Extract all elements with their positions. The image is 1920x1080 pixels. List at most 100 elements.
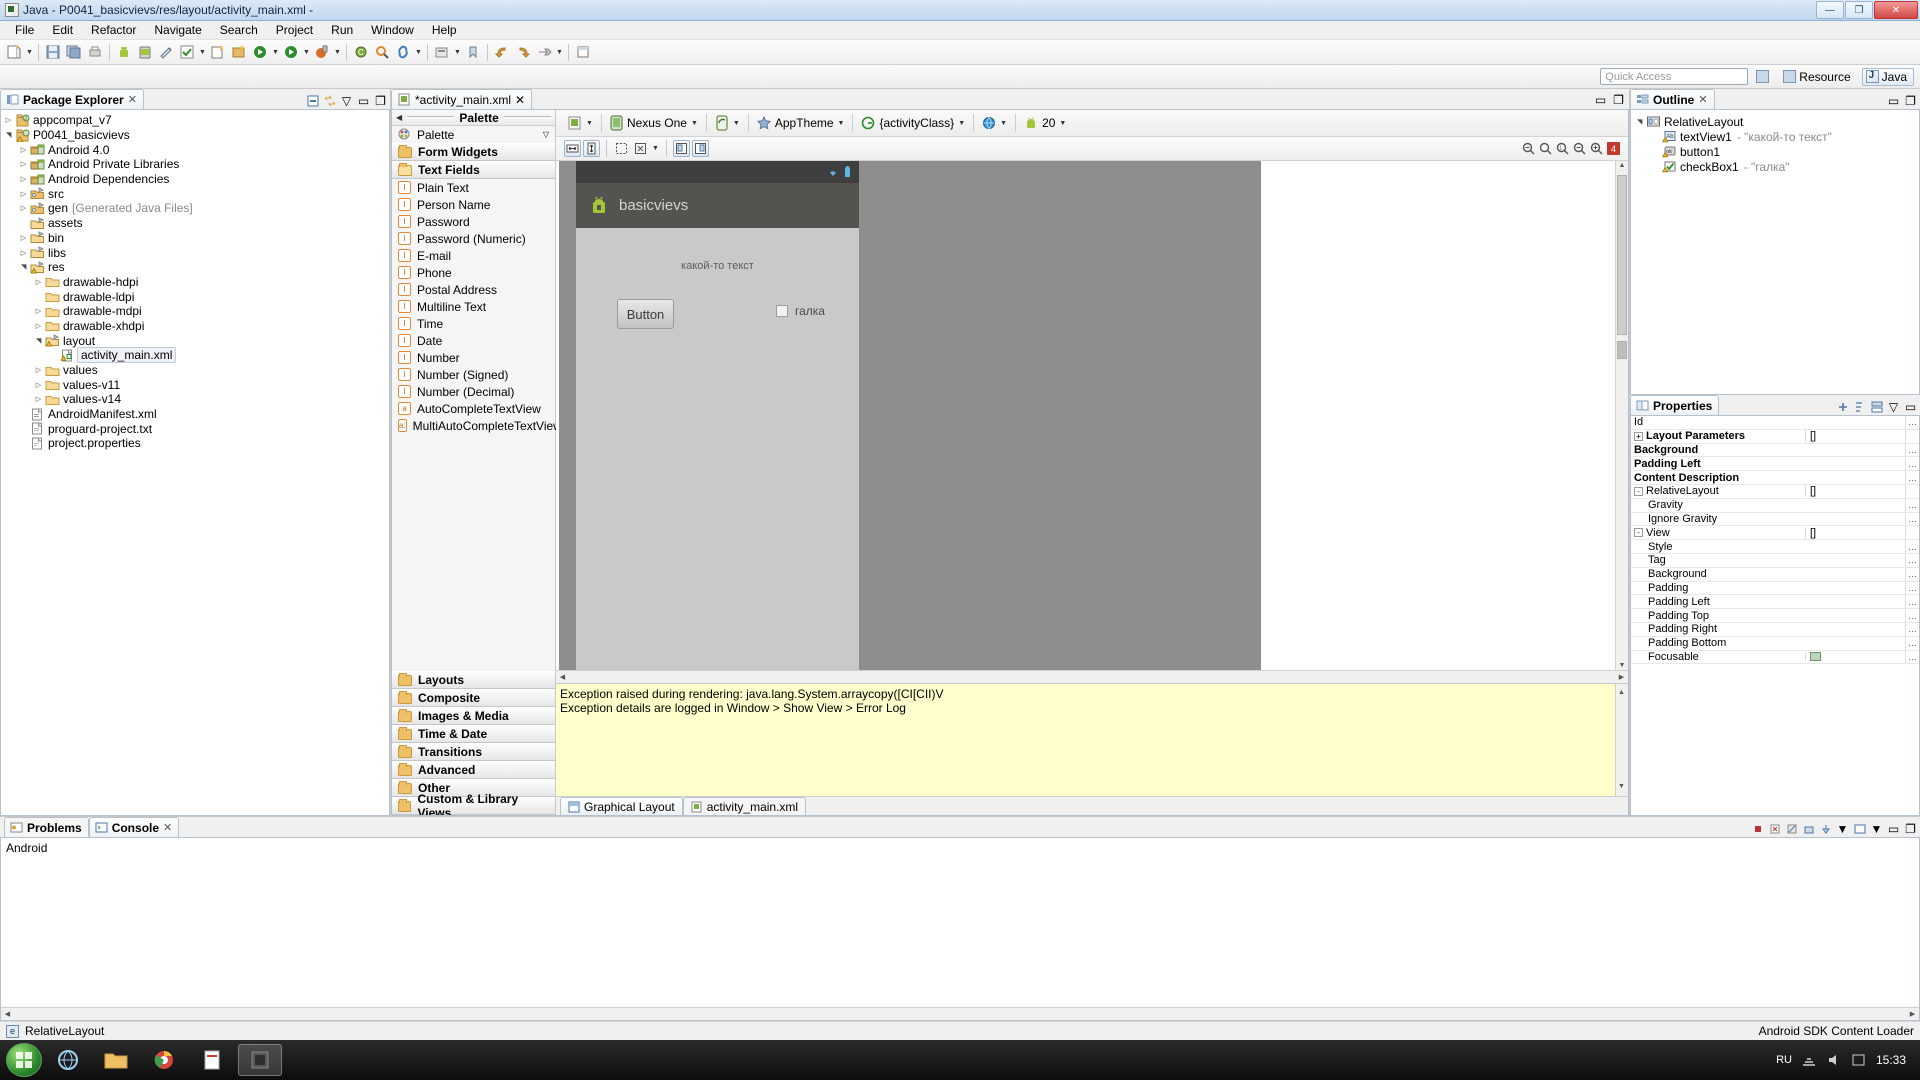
avd-manager-icon[interactable]: [135, 42, 155, 62]
taskbar-item-chrome[interactable]: [142, 1044, 186, 1076]
menu-item-run[interactable]: Run: [322, 21, 362, 39]
tree-item[interactable]: · drawable-ldpi: [1, 289, 389, 304]
network-icon[interactable]: [1801, 1053, 1817, 1067]
palette-group[interactable]: Transitions: [392, 743, 555, 761]
palette-item[interactable]: I Password (Numeric): [392, 230, 555, 247]
palette-item[interactable]: I Number (Signed): [392, 366, 555, 383]
theme-selector[interactable]: AppTheme ▼: [751, 116, 851, 130]
tree-item[interactable]: ▷ Android 4.0: [1, 142, 389, 157]
palette-group[interactable]: Images & Media: [392, 707, 555, 725]
preview-checkbox[interactable]: галка: [776, 304, 825, 318]
menu-item-project[interactable]: Project: [267, 21, 322, 39]
error-count-badge[interactable]: 4: [1607, 142, 1620, 155]
scroll-down-icon[interactable]: ▼: [1617, 662, 1627, 669]
open-type-icon[interactable]: [432, 42, 452, 62]
forward-icon[interactable]: [513, 42, 533, 62]
maximize-view-icon[interactable]: ❐: [1904, 822, 1917, 836]
clear-console-icon[interactable]: [1785, 822, 1798, 835]
locale-selector[interactable]: ▼: [976, 116, 1013, 130]
error-panel-scrollbar[interactable]: ▲ ▼: [1615, 684, 1628, 796]
debug-dropdown-icon[interactable]: ▼: [271, 42, 280, 62]
taskbar-item-eclipse[interactable]: [238, 1044, 282, 1076]
palette-item[interactable]: a: MultiAutoCompleteTextView: [392, 417, 562, 434]
property-edit-button[interactable]: …: [1905, 512, 1919, 526]
menu-item-edit[interactable]: Edit: [43, 21, 82, 39]
terminate-icon[interactable]: [1751, 822, 1764, 835]
debug-icon[interactable]: [250, 42, 270, 62]
property-row[interactable]: Padding Top…: [1631, 609, 1919, 623]
property-row[interactable]: Content Description…: [1631, 471, 1919, 485]
link-dropdown-icon[interactable]: ▼: [414, 42, 423, 62]
activity-selector[interactable]: {activityClass} ▼: [855, 116, 971, 130]
chevron-right-icon[interactable]: ▷: [33, 392, 44, 406]
group-by-icon[interactable]: [1870, 400, 1883, 413]
tree-item[interactable]: ▷ gen [Generated Java Files]: [1, 201, 389, 216]
maximize-editor-icon[interactable]: ❐: [1612, 93, 1625, 107]
palette-group[interactable]: Time & Date: [392, 725, 555, 743]
property-edit-button[interactable]: …: [1905, 471, 1919, 484]
menu-item-file[interactable]: File: [6, 21, 43, 39]
perspective-java[interactable]: Java: [1861, 67, 1914, 86]
chevron-down-icon[interactable]: ▼: [1059, 120, 1066, 127]
remove-launch-icon[interactable]: [1768, 822, 1781, 835]
checkbox-icon[interactable]: [776, 305, 788, 317]
property-row[interactable]: - RelativeLayout []: [1631, 484, 1919, 499]
view-menu-icon[interactable]: ▽: [340, 94, 353, 108]
property-edit-button[interactable]: …: [1905, 416, 1919, 429]
taskbar-item-explorer[interactable]: [46, 1044, 90, 1076]
save-icon[interactable]: [43, 42, 63, 62]
scroll-left-icon[interactable]: ◀: [2, 1010, 13, 1018]
menu-item-navigate[interactable]: Navigate: [145, 21, 210, 39]
previous-annotation-icon[interactable]: [534, 42, 554, 62]
chevron-right-icon[interactable]: ▷: [33, 275, 44, 289]
pin-console-icon[interactable]: [1819, 822, 1832, 835]
link-icon[interactable]: [393, 42, 413, 62]
property-row[interactable]: Background…: [1631, 567, 1919, 582]
tree-item[interactable]: · AndroidManifest.xml: [1, 407, 389, 422]
console-menu-icon[interactable]: ▼: [1870, 822, 1883, 836]
palette-root-item[interactable]: Palette ▽: [392, 126, 555, 143]
palette-group[interactable]: Form Widgets: [392, 143, 555, 161]
chevron-down-icon[interactable]: ▼: [691, 120, 698, 127]
chevron-right-icon[interactable]: ▷: [18, 231, 29, 245]
tree-item[interactable]: ▷ bin: [1, 231, 389, 246]
property-row[interactable]: - View []: [1631, 526, 1919, 541]
canvas-vscroll-thumb[interactable]: [1617, 175, 1627, 335]
device-preview[interactable]: basicvievs какой-то текст Button галка: [576, 161, 859, 670]
checkmark-icon[interactable]: [177, 42, 197, 62]
volume-icon[interactable]: [1826, 1053, 1842, 1067]
chevron-down-icon[interactable]: ▼: [586, 120, 593, 127]
property-row[interactable]: Id…: [1631, 416, 1919, 430]
sort-alpha-icon[interactable]: [1853, 400, 1866, 413]
tree-item[interactable]: ▷ drawable-xhdpi: [1, 319, 389, 334]
chevron-down-icon[interactable]: ◢: [2, 130, 16, 141]
property-edit-button[interactable]: …: [1905, 636, 1919, 650]
palette-item[interactable]: I Phone: [392, 264, 555, 281]
device-selector[interactable]: Nexus One ▼: [604, 115, 704, 131]
distribute-dropdown-icon[interactable]: ▼: [651, 139, 660, 159]
tab-outline[interactable]: Outline ✕: [1630, 89, 1715, 109]
zoom-in-icon[interactable]: [1590, 142, 1603, 155]
annotation-dropdown-icon[interactable]: ▼: [555, 42, 564, 62]
property-edit-button[interactable]: …: [1905, 581, 1919, 595]
chevron-down-icon[interactable]: ▼: [733, 120, 740, 127]
api-level-selector[interactable]: 20 ▼: [1018, 116, 1072, 130]
palette-item[interactable]: a AutoCompleteTextView: [392, 400, 555, 417]
chevron-down-icon[interactable]: ▼: [838, 120, 845, 127]
scroll-left-icon[interactable]: ◀: [557, 673, 568, 681]
palette-item[interactable]: I Date: [392, 332, 555, 349]
chevron-right-icon[interactable]: ▷: [3, 113, 14, 127]
search-icon[interactable]: [372, 42, 392, 62]
property-edit-button[interactable]: …: [1905, 443, 1919, 457]
property-value-cell[interactable]: []: [1805, 526, 1905, 539]
taskbar-item-reader[interactable]: [190, 1044, 234, 1076]
palette-group[interactable]: Composite: [392, 689, 555, 707]
palette-item[interactable]: I E-mail: [392, 247, 555, 264]
chevron-down-icon[interactable]: ◢: [17, 262, 31, 273]
property-row[interactable]: Padding Bottom…: [1631, 636, 1919, 651]
tree-item[interactable]: ▷ Jappcompat_v7: [1, 113, 389, 128]
tree-item[interactable]: · proguard-project.txt: [1, 421, 389, 436]
property-row[interactable]: Focusable…: [1631, 650, 1919, 665]
scroll-up-icon[interactable]: ▲: [1616, 686, 1627, 700]
palette-item[interactable]: I Time: [392, 315, 555, 332]
